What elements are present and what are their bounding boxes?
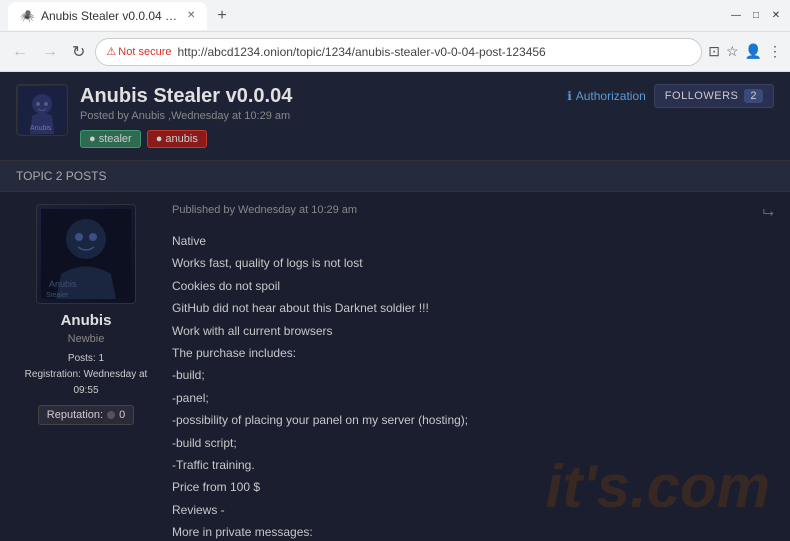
- user-sidebar: Anubis Stealer Anubis Newbie Posts: 1Reg…: [16, 204, 156, 541]
- followers-count: 2: [744, 89, 763, 103]
- post-body: NativeWorks fast, quality of logs is not…: [172, 231, 774, 541]
- browser-titlebar: 🕷️ Anubis Stealer v0.0.04 - Unverifie...…: [0, 0, 790, 32]
- page-content: Anubis Anubis Stealer v0.0.04 Posted by …: [0, 72, 790, 541]
- post: Anubis Stealer Anubis Newbie Posts: 1Reg…: [16, 204, 774, 541]
- screen-share-icon[interactable]: ⊡: [708, 43, 720, 60]
- share-icon[interactable]: ⮡: [763, 204, 774, 221]
- forum-title-text: Anubis Stealer v0.0.04 Posted by Anubis …: [80, 84, 292, 148]
- forum-tags: ● stealer ● anubis: [80, 130, 292, 148]
- toolbar-icons: ⊡ ☆ 👤 ⋮: [708, 43, 782, 60]
- back-button[interactable]: ←: [8, 39, 32, 65]
- bookmark-icon[interactable]: ☆: [726, 43, 739, 60]
- browser-tab[interactable]: 🕷️ Anubis Stealer v0.0.04 - Unverifie...…: [8, 2, 207, 30]
- post-line: Reviews -: [172, 500, 774, 520]
- post-line: -Traffic training.: [172, 455, 774, 475]
- topic-bar: TOPIC 2 POSTS: [0, 160, 790, 192]
- security-indicator: ⚠ Not secure: [106, 45, 171, 58]
- post-line: -panel;: [172, 388, 774, 408]
- svg-text:Anubis: Anubis: [49, 279, 77, 289]
- reputation-button[interactable]: Reputation: 0: [38, 405, 134, 425]
- post-container: Anubis Stealer Anubis Newbie Posts: 1Reg…: [0, 192, 790, 541]
- tag-stealer[interactable]: ● stealer: [80, 130, 141, 148]
- maximize-button[interactable]: □: [750, 10, 762, 22]
- post-line: Price from 100 $: [172, 477, 774, 497]
- tab-title: Anubis Stealer v0.0.04 - Unverifie...: [41, 9, 181, 23]
- username: Anubis: [16, 312, 156, 329]
- post-line: Cookies do not spoil: [172, 276, 774, 296]
- reputation-label: Reputation:: [47, 409, 103, 421]
- tab-close-button[interactable]: ✕: [187, 10, 195, 21]
- user-avatar: Anubis Stealer: [36, 204, 136, 304]
- authorization-button[interactable]: ℹ Authorization: [567, 89, 646, 103]
- close-button[interactable]: ✕: [770, 10, 782, 22]
- forum-title-section: Anubis Anubis Stealer v0.0.04 Posted by …: [16, 84, 292, 148]
- reputation-dot: [107, 411, 115, 419]
- reload-button[interactable]: ↻: [68, 38, 89, 66]
- browser-toolbar: ← → ↻ ⚠ Not secure http://abcd1234.onion…: [0, 32, 790, 72]
- tag-anubis[interactable]: ● anubis: [147, 130, 207, 148]
- registration-label: Registration:: [25, 369, 81, 380]
- post-title: Anubis Stealer v0.0.04: [80, 84, 292, 108]
- forum-header: Anubis Anubis Stealer v0.0.04 Posted by …: [0, 72, 790, 160]
- svg-text:Anubis: Anubis: [30, 125, 52, 132]
- avatar-image: Anubis: [18, 86, 66, 134]
- post-line: -build;: [172, 365, 774, 385]
- tab-favicon: 🕷️: [20, 9, 35, 23]
- post-line: Work with all current browsers: [172, 321, 774, 341]
- new-tab-button[interactable]: +: [211, 7, 232, 25]
- user-avatar-image: Anubis Stealer: [41, 209, 131, 299]
- window-controls: — □ ✕: [730, 10, 782, 22]
- posted-by: Posted by Anubis ,Wednesday at 10:29 am: [80, 110, 292, 122]
- post-line: More in private messages:: [172, 522, 774, 541]
- post-meta: Published by Wednesday at 10:29 am ⮡: [172, 204, 774, 221]
- forward-button[interactable]: →: [38, 39, 62, 65]
- post-line: -possibility of placing your panel on my…: [172, 410, 774, 430]
- post-content-area: Published by Wednesday at 10:29 am ⮡ Nat…: [172, 204, 774, 541]
- user-role: Newbie: [16, 333, 156, 345]
- forum-avatar: Anubis: [16, 84, 68, 136]
- followers-label: FOLLOWERS: [665, 90, 739, 102]
- post-line: The purchase includes:: [172, 343, 774, 363]
- post-line: GitHub did not hear about this Darknet s…: [172, 298, 774, 318]
- post-line: -build script;: [172, 433, 774, 453]
- address-bar[interactable]: ⚠ Not secure http://abcd1234.onion/topic…: [95, 38, 702, 66]
- published-info: Published by Wednesday at 10:29 am: [172, 204, 357, 221]
- auth-label: Authorization: [576, 89, 646, 103]
- warning-icon: ⚠: [106, 45, 116, 58]
- not-secure-label: Not secure: [118, 46, 171, 58]
- reputation-value: 0: [119, 409, 125, 421]
- user-meta: Posts: 1Registration: Wednesday at09:55: [16, 351, 156, 399]
- topic-posts-label: TOPIC 2 POSTS: [16, 169, 106, 183]
- minimize-button[interactable]: —: [730, 10, 742, 22]
- posts-label: Posts:: [68, 353, 96, 364]
- menu-icon[interactable]: ⋮: [768, 43, 782, 60]
- post-line: Native: [172, 231, 774, 251]
- info-icon: ℹ: [567, 89, 572, 103]
- svg-text:Stealer: Stealer: [46, 292, 69, 299]
- url-text: http://abcd1234.onion/topic/1234/anubis-…: [177, 45, 691, 59]
- followers-section: ℹ Authorization FOLLOWERS 2: [567, 84, 774, 108]
- followers-button[interactable]: FOLLOWERS 2: [654, 84, 774, 108]
- profile-icon[interactable]: 👤: [745, 43, 762, 60]
- post-line: Works fast, quality of logs is not lost: [172, 253, 774, 273]
